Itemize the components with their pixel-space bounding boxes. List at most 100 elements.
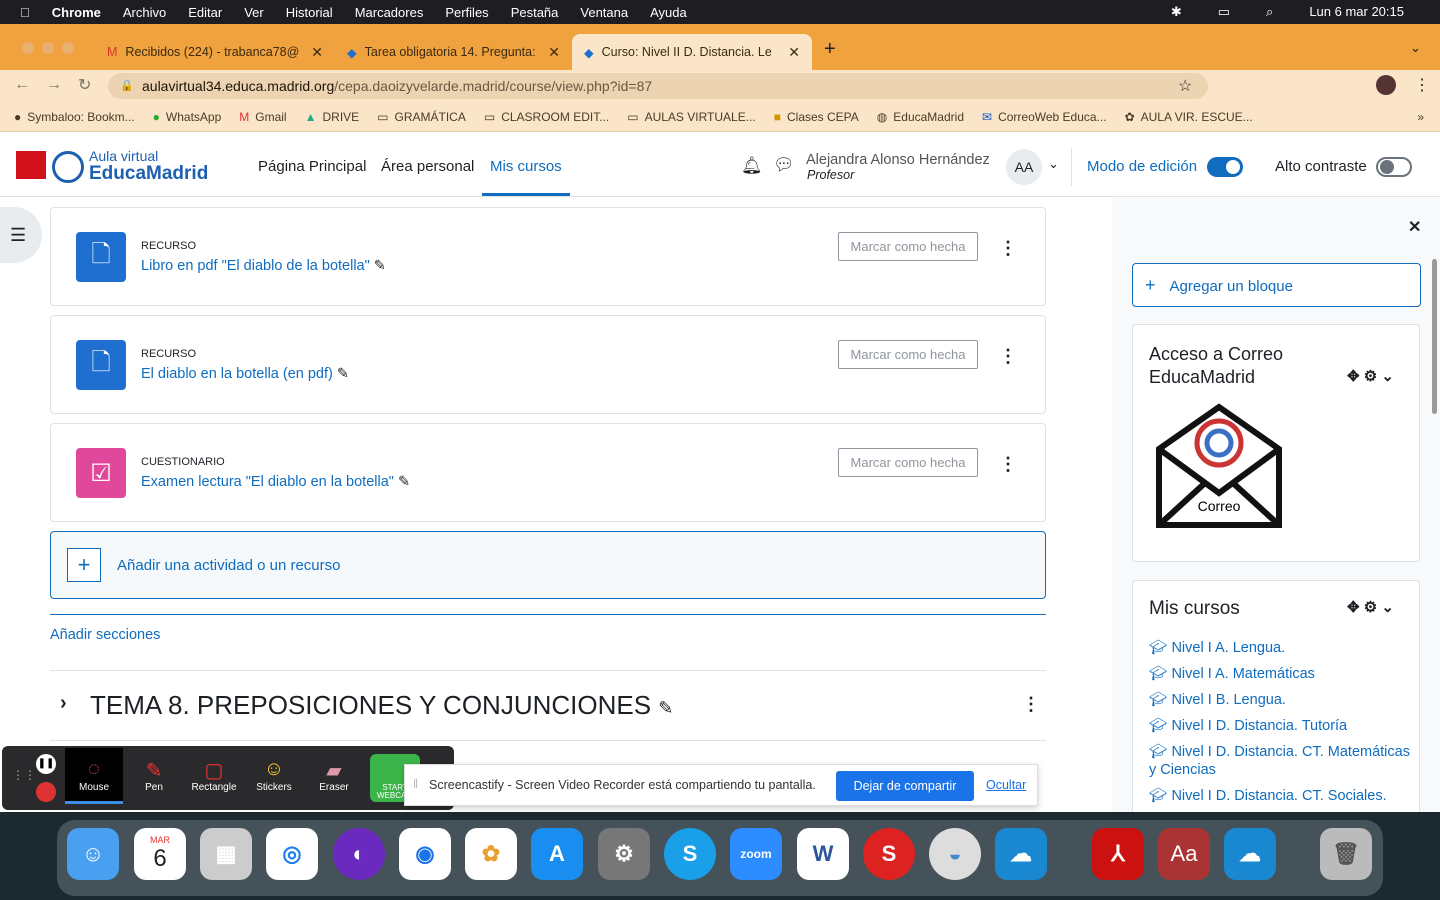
system-settings-icon[interactable]: ⚙ (598, 828, 650, 880)
cloud-icon[interactable]: ☁ (995, 828, 1047, 880)
nav-area-personal[interactable]: Área personal (381, 158, 474, 175)
more-icon[interactable]: ⋮ (999, 454, 1017, 475)
menu-editar[interactable]: Editar (188, 5, 222, 20)
menu-perfiles[interactable]: Perfiles (445, 5, 488, 20)
bookmark[interactable]: ● WhatsApp (153, 110, 222, 124)
cloud-icon[interactable]: ☁ (1224, 828, 1276, 880)
menu-ver[interactable]: Ver (244, 5, 264, 20)
more-icon[interactable]: ⋮ (999, 238, 1017, 259)
mark-done-button[interactable]: Marcar como hecha (838, 340, 978, 369)
bookmark[interactable]: ▭ GRAMÁTICA (377, 110, 466, 124)
pencil-icon[interactable]: ✎ (374, 258, 386, 274)
avatar[interactable]: AA (1006, 149, 1042, 185)
back-icon[interactable]: ← (14, 76, 30, 94)
menu-historial[interactable]: Historial (286, 5, 333, 20)
more-bookmarks-icon[interactable]: » (1417, 110, 1424, 124)
new-tab-button[interactable]: + (824, 38, 836, 61)
add-activity-button[interactable]: + Añadir una actividad o un recurso (50, 531, 1046, 599)
bookmark[interactable]: ● Symbaloo: Bookm... (14, 110, 135, 124)
menu-ayuda[interactable]: Ayuda (650, 5, 687, 20)
activity-link[interactable]: El diablo en la botella (en pdf) ✎ (141, 366, 349, 382)
window-controls[interactable] (22, 42, 74, 54)
tool-pen[interactable]: ✎ Pen (125, 748, 183, 804)
pencil-icon[interactable]: ✎ (398, 474, 410, 490)
mark-done-button[interactable]: Marcar como hecha (838, 448, 978, 477)
clock[interactable]: Lun 6 mar 20:15 (1309, 4, 1404, 20)
section-title[interactable]: TEMA 8. PREPOSICIONES Y CONJUNCIONES ✎ (90, 690, 673, 721)
safari-icon[interactable]: ◎ (266, 828, 318, 880)
acrobat-icon[interactable]: ⅄ (1092, 828, 1144, 880)
menu-marcadores[interactable]: Marcadores (355, 5, 424, 20)
close-icon[interactable]: ✕ (548, 44, 560, 61)
chevron-right-icon[interactable]: › (60, 692, 67, 715)
pencil-icon[interactable]: ✎ (658, 698, 673, 718)
tab-gmail[interactable]: M Recibidos (224) - trabanca78@ ✕ (95, 34, 335, 70)
bookmark[interactable]: ▭ CLASROOM EDIT... (484, 110, 609, 124)
course-link[interactable]: 🎓︎ Nivel I B. Lengua. (1149, 691, 1411, 709)
pause-icon[interactable]: ❚❚ (36, 754, 56, 774)
profile-avatar[interactable] (1376, 75, 1396, 95)
course-link[interactable]: 🎓︎ Nivel I D. Distancia. CT. Sociales. (1149, 787, 1411, 805)
course-link[interactable]: 🎓︎ Nivel I A. Matemáticas (1149, 665, 1411, 683)
bluetooth-icon[interactable]: ✱ (1171, 4, 1182, 20)
stop-icon[interactable] (36, 782, 56, 802)
search-icon[interactable]: ⌕ (1266, 4, 1273, 20)
menu-archivo[interactable]: Archivo (123, 5, 166, 20)
drawer-scrollbar[interactable] (1432, 259, 1437, 414)
chevron-down-icon[interactable]: ⌄ (1048, 156, 1059, 172)
logo-text-top[interactable]: Aula virtual (89, 148, 158, 164)
user-name[interactable]: Alejandra Alonso Hernández (806, 152, 990, 168)
add-sections-link[interactable]: Añadir secciones (50, 627, 160, 643)
app-store-icon[interactable]: A (531, 828, 583, 880)
menu-ventana[interactable]: Ventana (580, 5, 628, 20)
chat-icon[interactable]: 💬︎ (773, 155, 795, 175)
mark-done-button[interactable]: Marcar como hecha (838, 232, 978, 261)
bell-icon[interactable]: 🔔︎ (741, 156, 763, 176)
educamadrid-logo-icon[interactable] (52, 151, 84, 183)
calendar-icon[interactable]: MAR 6 (134, 828, 186, 880)
drag-handle-icon[interactable]: ‖ (413, 777, 418, 791)
close-icon[interactable]: ✕ (311, 44, 323, 61)
tool-stickers[interactable]: ☺ Stickers (245, 748, 303, 804)
battery-icon[interactable]: ▭ (1218, 4, 1230, 20)
course-index-toggle[interactable]: ☰ (0, 207, 42, 263)
word-icon[interactable]: W (797, 828, 849, 880)
tab-tarea[interactable]: ◆ Tarea obligatoria 14. Pregunta: ✕ (335, 34, 572, 70)
screenshot-icon[interactable]: ◒ (929, 828, 981, 880)
nav-pagina-principal[interactable]: Página Principal (258, 158, 366, 175)
tool-mouse[interactable]: ◌ Mouse (65, 748, 123, 804)
block-controls[interactable]: ✥ ⚙ ⌄ (1347, 367, 1394, 385)
logo-text-bottom[interactable]: EducaMadrid (89, 163, 208, 185)
activity-link[interactable]: Libro en pdf "El diablo de la botella" ✎ (141, 258, 386, 274)
url-input[interactable]: 🔒 aulavirtual34.educa.madrid.org/cepa.dao… (108, 73, 1208, 99)
block-controls[interactable]: ✥ ⚙ ⌄ (1347, 598, 1394, 616)
launchpad-icon[interactable]: ▦ (200, 828, 252, 880)
finder-icon[interactable]: ☺ (67, 828, 119, 880)
tool-eraser[interactable]: ▰ Eraser (305, 748, 363, 804)
section-more-icon[interactable]: ⋮ (1022, 694, 1040, 715)
photos-icon[interactable]: ✿ (465, 828, 517, 880)
drag-handle-icon[interactable]: ⋮⋮ (12, 768, 36, 782)
edit-mode-toggle[interactable] (1207, 157, 1243, 177)
chrome-icon[interactable]: ◉ (399, 828, 451, 880)
dictionary-icon[interactable]: Aa (1158, 828, 1210, 880)
bookmark[interactable]: ✉ CorreoWeb Educa... (982, 110, 1107, 124)
trash-icon[interactable]: 🗑︎ (1320, 828, 1372, 880)
menu-pestana[interactable]: Pestaña (511, 5, 559, 20)
zoom-icon[interactable]: zoom (730, 828, 782, 880)
bookmark[interactable]: ✿ AULA VIR. ESCUE... (1125, 110, 1253, 124)
close-icon[interactable]: ✕ (788, 44, 800, 61)
activity-link[interactable]: Examen lectura "El diablo en la botella"… (141, 474, 410, 490)
chrome-menu-icon[interactable]: ⋮ (1414, 75, 1430, 95)
tab-curso[interactable]: ◆ Curso: Nivel II D. Distancia. Le ✕ (572, 34, 812, 70)
close-drawer-icon[interactable]: ✕ (1408, 217, 1421, 237)
stop-sharing-button[interactable]: Dejar de compartir (836, 771, 974, 801)
firefox-icon[interactable]: ◐ (333, 828, 385, 880)
correo-logo[interactable]: Correo (1155, 403, 1283, 529)
course-link[interactable]: 🎓︎ Nivel I D. Distancia. Tutoría (1149, 717, 1411, 735)
app-icon[interactable]: S (863, 828, 915, 880)
menu-chrome[interactable]: Chrome (52, 5, 101, 20)
course-link[interactable]: 🎓︎ Nivel I A. Lengua. (1149, 639, 1411, 657)
pencil-icon[interactable]: ✎ (337, 366, 349, 382)
add-block-button[interactable]: + Agregar un bloque (1132, 263, 1421, 307)
